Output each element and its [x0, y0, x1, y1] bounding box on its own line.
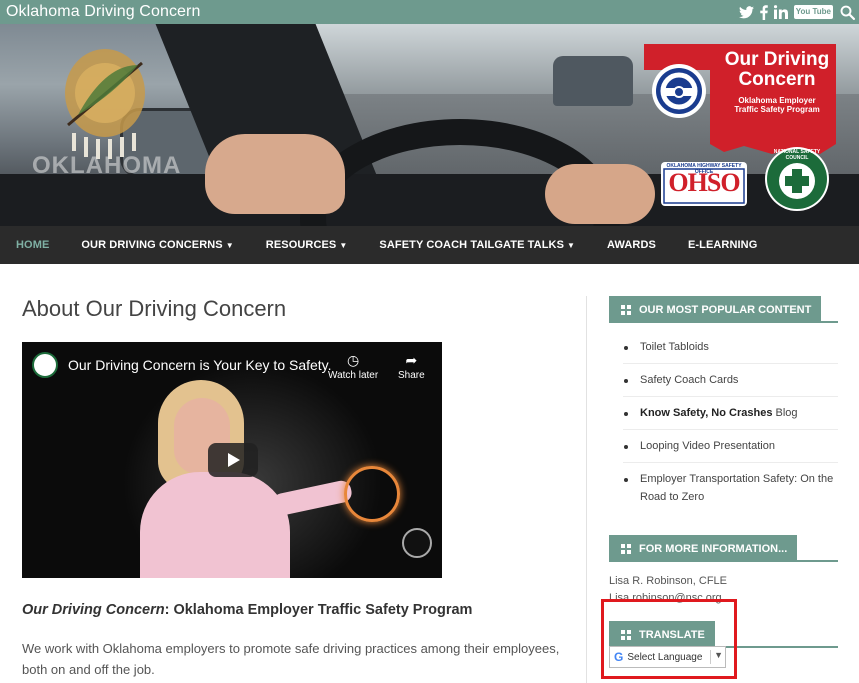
nav-e-learning-label: E-LEARNING [687, 239, 758, 251]
logo-sub-line2: Traffic Safety Program [734, 105, 820, 114]
video-presenter-body [140, 472, 290, 578]
list-item-text: Employer Transportation Safety: On the R… [640, 473, 834, 503]
list-item-text: Looping Video Presentation [640, 440, 775, 452]
column-divider [586, 296, 587, 683]
caret-down-icon: ▼ [225, 240, 234, 250]
logo-sub-line1: Oklahoma Employer [738, 96, 816, 105]
caret-down-icon: ▼ [339, 240, 348, 250]
popular-content-heading: OUR MOST POPULAR CONTENT [609, 296, 838, 323]
ohso-text: OHSO [668, 168, 740, 197]
nav-e-learning[interactable]: E-LEARNING [688, 239, 757, 251]
video-glow-ring [344, 466, 400, 522]
video-title[interactable]: Our Driving Concern is Your Key to Safet… [68, 357, 332, 373]
main-content: About Our Driving Concern Our Driving Co… [22, 296, 562, 680]
popular-content-list: Toilet Tabloids Safety Coach Cards Know … [609, 323, 838, 513]
video-player[interactable]: Our Driving Concern is Your Key to Safet… [22, 342, 442, 578]
logo-subtitle: Oklahoma Employer Traffic Safety Program [720, 96, 834, 114]
nav-safety-coach-tailgate-talks[interactable]: SAFETY COACH TAILGATE TALKS ▼ [379, 239, 575, 251]
select-language-dropdown[interactable]: G Select Language ▼ [609, 646, 726, 668]
watch-later-button[interactable]: ◷ Watch later [328, 352, 378, 381]
play-button[interactable] [208, 443, 258, 477]
more-info-heading-text: FOR MORE INFORMATION... [639, 542, 788, 555]
popular-heading-text: OUR MOST POPULAR CONTENT [639, 303, 812, 316]
nsc-watermark-icon [402, 528, 432, 558]
list-item-bold: Know Safety, No Crashes [640, 407, 773, 419]
list-item-text: Safety Coach Cards [640, 374, 739, 386]
main-nav: HOME OUR DRIVING CONCERNS ▼ RESOURCES ▼ SA… [0, 226, 859, 264]
google-icon: G [614, 650, 624, 664]
select-language-label: Select Language [627, 651, 703, 663]
more-info-label: FOR MORE INFORMATION... [609, 535, 798, 562]
social-links: You Tube [738, 4, 855, 20]
steering-wheel-icon [652, 64, 706, 118]
linkedin-icon[interactable] [773, 4, 788, 20]
share-arrow-icon: ➦ [405, 352, 418, 368]
youtube-icon[interactable]: You Tube [793, 5, 833, 19]
facebook-icon[interactable] [759, 4, 768, 20]
page-title: About Our Driving Concern [22, 296, 287, 321]
grid-icon [621, 543, 631, 554]
nav-awards[interactable]: AWARDS [607, 239, 656, 251]
nav-resources[interactable]: RESOURCES ▼ [266, 239, 348, 251]
clock-icon: ◷ [346, 352, 360, 368]
nav-safety-coach-label: SAFETY COACH TAILGATE TALKS [379, 239, 565, 251]
share-button[interactable]: ➦ Share [398, 352, 425, 381]
nav-home-label: HOME [16, 239, 50, 251]
list-item[interactable]: Looping Video Presentation [623, 430, 838, 463]
subtitle-rest: : Oklahoma Employer Traffic Safety Progr… [164, 602, 473, 618]
logo-title-line1: Our Driving [724, 49, 830, 70]
subtitle-emphasis: Our Driving Concern [22, 602, 165, 618]
list-item[interactable]: Safety Coach Cards [623, 364, 838, 397]
intro-paragraph: We work with Oklahoma employers to promo… [22, 641, 560, 677]
nav-resources-label: RESOURCES [265, 239, 337, 251]
twitter-icon[interactable] [738, 4, 754, 20]
list-item[interactable]: Know Safety, No Crashes Blog [623, 397, 838, 430]
caret-down-icon: ▼ [567, 240, 576, 250]
nav-awards-label: AWARDS [607, 239, 656, 251]
dropdown-arrow-icon: ▼ [710, 650, 723, 664]
list-item-text: Blog [772, 407, 798, 419]
nav-home[interactable]: HOME [16, 239, 49, 251]
hero-banner: OKLAHOMA Our Driving Concern Oklahoma Em… [0, 24, 859, 226]
list-item-text: Toilet Tabloids [640, 341, 709, 353]
search-icon[interactable] [839, 4, 855, 20]
logo-title-line2: Concern [738, 69, 816, 90]
list-item[interactable]: Employer Transportation Safety: On the R… [623, 463, 838, 513]
nav-our-driving-concerns-label: OUR DRIVING CONCERNS [81, 239, 223, 251]
program-subtitle: Our Driving Concern: Oklahoma Employer T… [22, 602, 562, 618]
contact-name: Lisa R. Robinson, CFLE [609, 575, 727, 587]
more-info-heading: FOR MORE INFORMATION... [609, 535, 838, 562]
nsc-label: NATIONAL SAFETY COUNCIL [773, 149, 821, 161]
logo-title: Our Driving Concern [722, 50, 832, 90]
channel-logo-icon[interactable] [32, 352, 58, 378]
sidebar: OUR MOST POPULAR CONTENT Toilet Tabloids… [609, 296, 838, 648]
grid-icon [621, 304, 631, 315]
top-bar: Oklahoma Driving Concern You Tube [0, 0, 859, 24]
site-title[interactable]: Oklahoma Driving Concern [6, 3, 200, 21]
oklahoma-flag-emblem [65, 49, 145, 159]
popular-content-label: OUR MOST POPULAR CONTENT [609, 296, 822, 323]
hero-car [553, 56, 633, 106]
hero-left-hand [205, 134, 345, 214]
hero-right-hand [545, 164, 655, 224]
watch-later-label: Watch later [328, 370, 379, 381]
nav-our-driving-concerns[interactable]: OUR DRIVING CONCERNS ▼ [81, 239, 233, 251]
hero-state-label: OKLAHOMA [32, 152, 182, 179]
share-label: Share [398, 370, 425, 381]
list-item[interactable]: Toilet Tabloids [623, 331, 838, 364]
